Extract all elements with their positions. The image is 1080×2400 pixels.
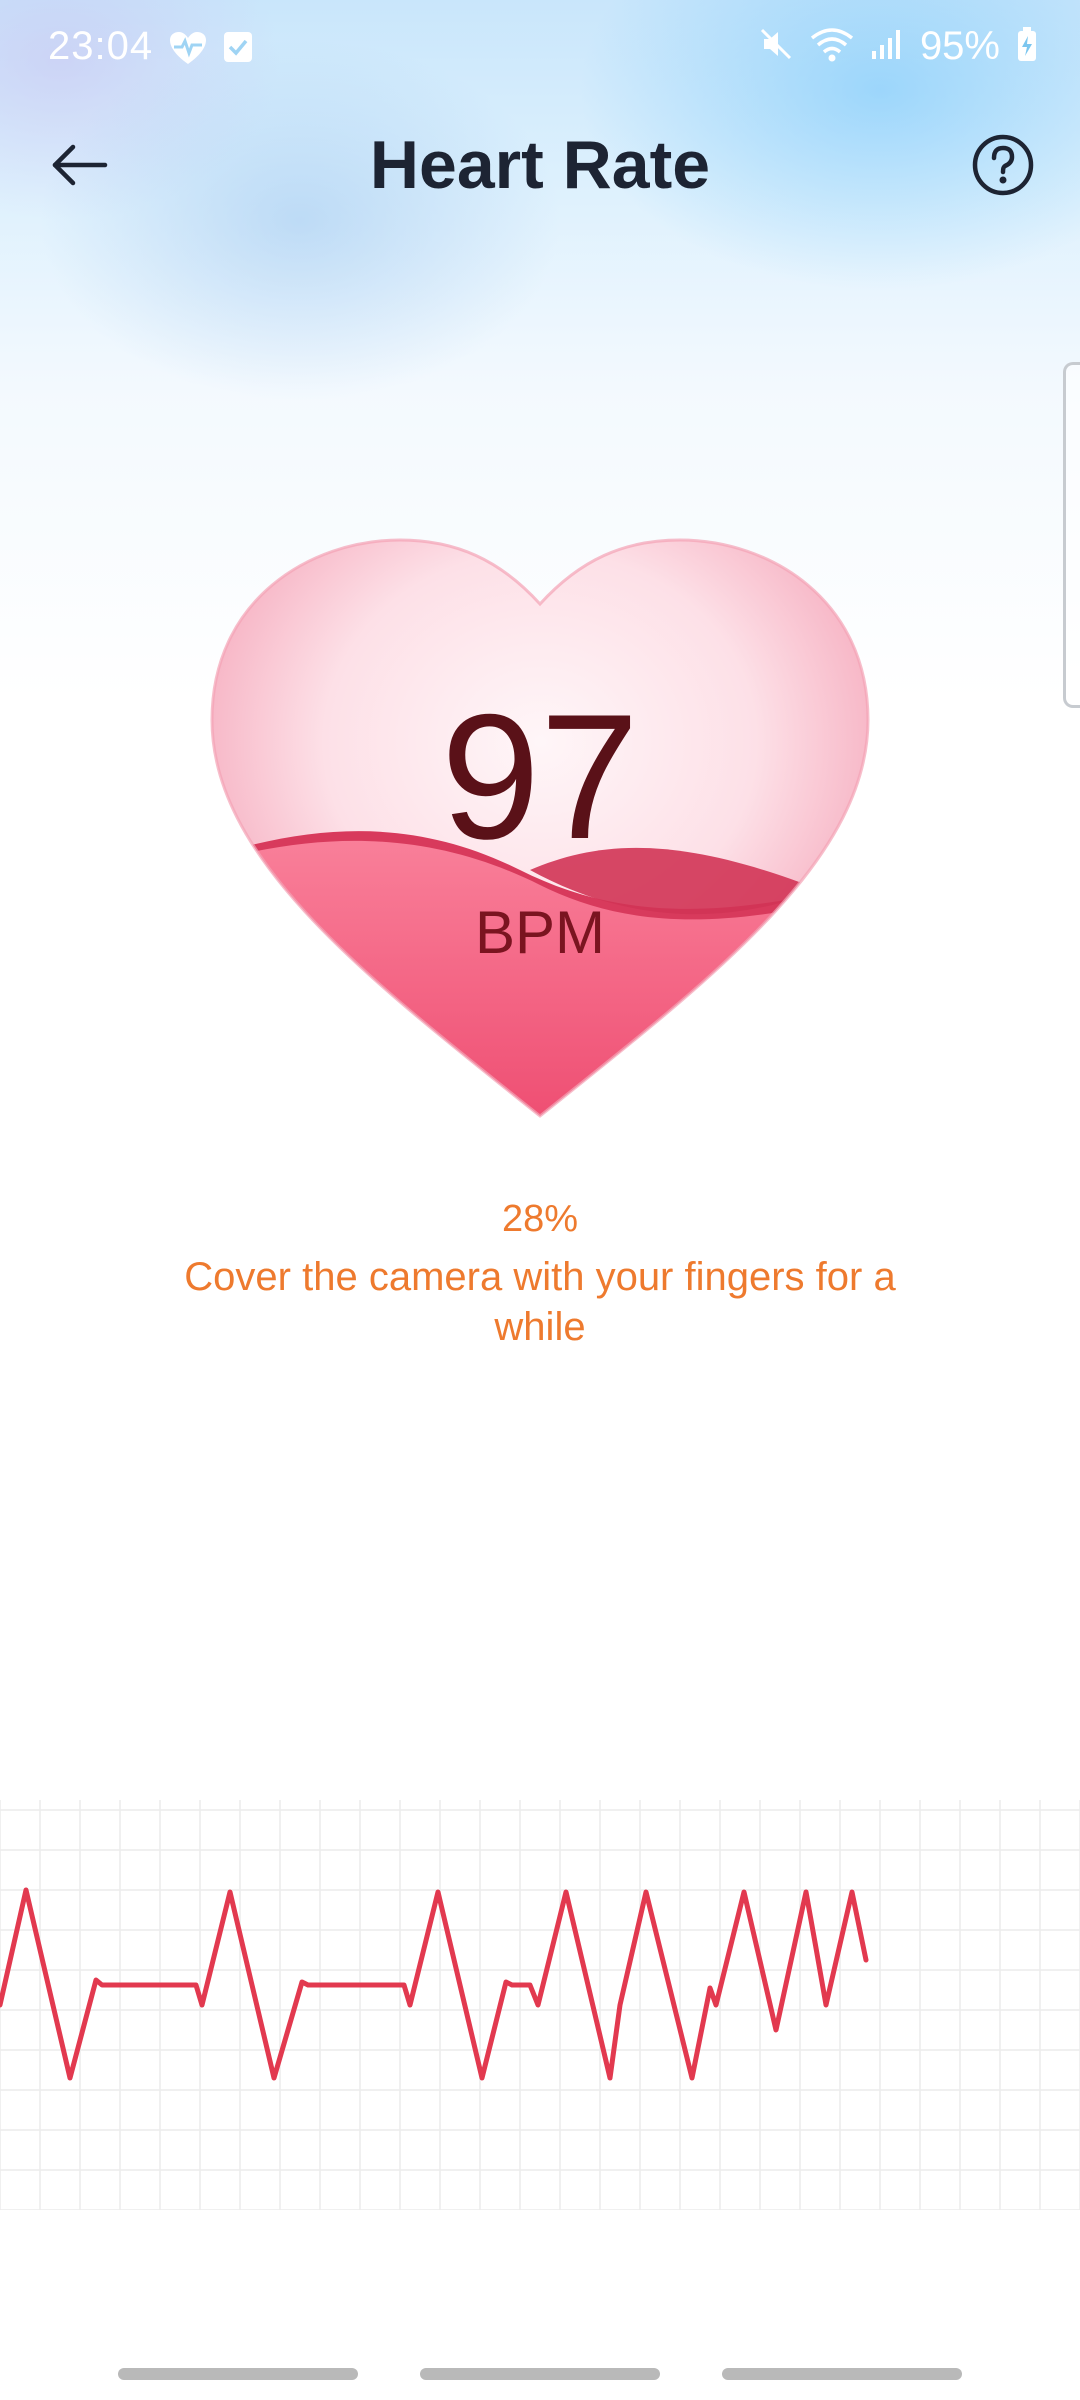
progress-percent: 28% [501,1198,579,1240]
battery-charging-icon [1016,26,1038,67]
status-bar: 23:04 95% [0,0,1080,96]
nav-back[interactable] [722,2368,962,2380]
page-title: Heart Rate [369,127,711,203]
side-panel-handle[interactable] [1063,362,1080,708]
app-bar: Heart Rate [0,110,1080,220]
instruction-text: Cover the camera with your fingers for a… [184,1255,896,1349]
question-circle-icon [971,133,1035,202]
status-time: 23:04 [48,24,154,68]
heart-monitor-icon [168,30,208,71]
signal-icon [870,27,904,66]
check-box-icon [222,30,254,71]
nav-home[interactable] [420,2368,660,2380]
wifi-icon [810,26,854,67]
bpm-value: 97 [441,677,639,876]
bpm-unit: BPM [474,899,606,966]
nav-recent-apps[interactable] [118,2368,358,2380]
battery-percent: 95% [919,24,1000,68]
mute-icon [758,26,794,67]
ecg-graph [0,1800,1080,2211]
help-button[interactable] [966,130,1040,204]
